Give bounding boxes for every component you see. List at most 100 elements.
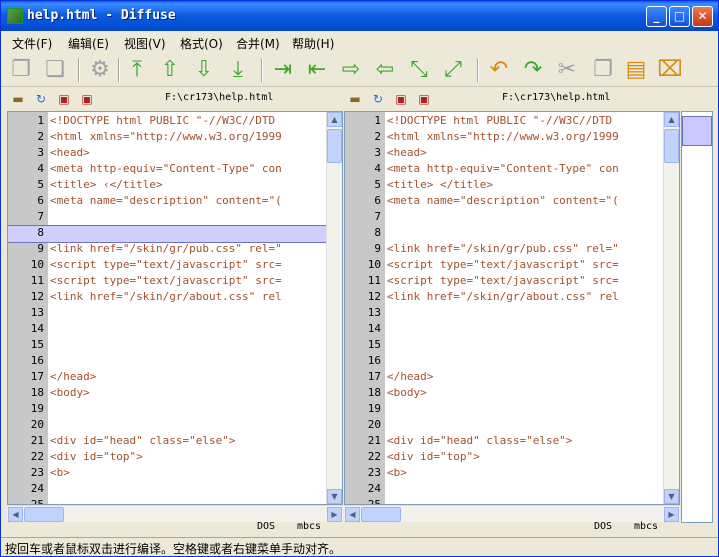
code-line[interactable]: 1 <!DOCTYPE html PUBLIC "-//W3C//DTD xyxy=(345,114,679,130)
code-line[interactable]: 5 <title> </title> xyxy=(345,178,679,194)
code-line[interactable]: 8 xyxy=(345,226,679,242)
scroll-down-icon[interactable]: ▼ xyxy=(664,489,679,504)
code-line[interactable]: 24 xyxy=(8,482,342,498)
code-line[interactable]: 14 xyxy=(345,322,679,338)
difference-marker[interactable] xyxy=(682,116,712,146)
code-line[interactable]: 13 xyxy=(8,306,342,322)
scroll-up-icon[interactable]: ▲ xyxy=(664,112,679,127)
code-line[interactable]: 14 xyxy=(8,322,342,338)
menu-file[interactable]: 文件(F) xyxy=(12,35,52,52)
scroll-left-icon[interactable]: ◀ xyxy=(8,507,23,522)
code-line[interactable]: 12 <link href="/skin/gr/about.css" rel xyxy=(8,290,342,306)
code-line[interactable]: 23 <b> xyxy=(345,466,679,482)
code-line[interactable]: 11 <script type="text/javascript" src= xyxy=(345,274,679,290)
code-line[interactable]: 10 <script type="text/javascript" src= xyxy=(345,258,679,274)
code-line[interactable]: 7 xyxy=(8,210,342,226)
cut-icon[interactable]: ✂ xyxy=(553,56,581,84)
code-line[interactable]: 25 xyxy=(345,498,679,504)
scroll-thumb[interactable] xyxy=(24,507,64,522)
maximize-button[interactable]: □ xyxy=(669,6,690,27)
scroll-thumb[interactable] xyxy=(327,129,342,163)
menu-merge[interactable]: 合并(M) xyxy=(236,35,280,52)
code-line[interactable]: 21 <div id="head" class="else"> xyxy=(8,434,342,450)
code-line[interactable]: 18 <body> xyxy=(345,386,679,402)
scroll-left-icon[interactable]: ◀ xyxy=(345,507,360,522)
right-editor[interactable]: 1 <!DOCTYPE html PUBLIC "-//W3C//DTD 2 <htm… xyxy=(344,111,680,505)
vertical-scrollbar[interactable]: ▲ ▼ xyxy=(663,112,679,504)
vertical-scrollbar[interactable]: ▲ ▼ xyxy=(326,112,342,504)
merge-both-left-icon[interactable]: ⤢ xyxy=(439,56,467,84)
code-line[interactable]: 2 <html xmlns="http://www.w3.org/1999 xyxy=(345,130,679,146)
gear-icon[interactable]: ⚙ xyxy=(86,56,114,84)
redo-icon[interactable]: ↷ xyxy=(519,56,547,84)
code-line[interactable]: 6 <meta name="description" content="( xyxy=(8,194,342,210)
last-difference-icon[interactable]: ⤓ xyxy=(224,56,252,84)
copy-icon[interactable]: ❐ xyxy=(7,56,35,84)
code-line[interactable]: 25 xyxy=(8,498,342,504)
scroll-thumb[interactable] xyxy=(361,507,401,522)
code-line[interactable]: 3 <head> xyxy=(345,146,679,162)
code-line[interactable]: 24 xyxy=(345,482,679,498)
code-line[interactable]: 17 </head> xyxy=(8,370,342,386)
reload-icon[interactable]: ↻ xyxy=(34,92,48,106)
menu-format[interactable]: 格式(O) xyxy=(180,35,223,52)
save-as-icon[interactable]: ▣ xyxy=(80,92,94,106)
undo-icon[interactable]: ↶ xyxy=(485,56,513,84)
code-line[interactable]: 15 xyxy=(345,338,679,354)
scroll-thumb[interactable] xyxy=(664,129,679,163)
scroll-right-icon[interactable]: ▶ xyxy=(664,507,679,522)
save-as-icon[interactable]: ▣ xyxy=(417,92,431,106)
code-line[interactable]: 4 <meta http-equiv="Content-Type" con xyxy=(8,162,342,178)
scroll-down-icon[interactable]: ▼ xyxy=(327,489,342,504)
code-line[interactable]: 10 <script type="text/javascript" src= xyxy=(8,258,342,274)
code-line[interactable]: 20 xyxy=(345,418,679,434)
code-line[interactable]: 7 xyxy=(345,210,679,226)
reload-icon[interactable]: ↻ xyxy=(371,92,385,106)
code-line[interactable]: 18 <body> xyxy=(8,386,342,402)
paste2-icon[interactable]: ▤ xyxy=(622,56,650,84)
code-line[interactable]: 22 <div id="top"> xyxy=(345,450,679,466)
code-line[interactable]: 4 <meta http-equiv="Content-Type" con xyxy=(345,162,679,178)
copy-left-icon[interactable]: ⇦ xyxy=(371,56,399,84)
paste-icon[interactable]: ❏ xyxy=(41,56,69,84)
code-line[interactable]: 23 <b> xyxy=(8,466,342,482)
code-line[interactable]: 6 <meta name="description" content="( xyxy=(345,194,679,210)
scroll-up-icon[interactable]: ▲ xyxy=(327,112,342,127)
code-line[interactable]: 11 <script type="text/javascript" src= xyxy=(8,274,342,290)
minimize-button[interactable]: _ xyxy=(646,6,667,27)
title-bar[interactable]: help.html - Diffuse _ □ ✕ xyxy=(1,1,718,31)
menu-edit[interactable]: 编辑(E) xyxy=(68,35,109,52)
difference-overview-map[interactable] xyxy=(681,111,713,523)
code-line[interactable]: 1 <!DOCTYPE html PUBLIC "-//W3C//DTD xyxy=(8,114,342,130)
code-line[interactable]: 19 xyxy=(8,402,342,418)
code-line[interactable]: 21 <div id="head" class="else"> xyxy=(345,434,679,450)
menu-view[interactable]: 视图(V) xyxy=(124,35,166,52)
right-horizontal-scrollbar[interactable]: ◀ ▶ xyxy=(344,505,680,522)
code-line[interactable]: 16 xyxy=(8,354,342,370)
copy-right-icon[interactable]: ⇨ xyxy=(337,56,365,84)
code-line[interactable]: 16 xyxy=(345,354,679,370)
code-line[interactable]: 13 xyxy=(345,306,679,322)
open-file-icon[interactable]: ▬ xyxy=(348,92,362,106)
scroll-right-icon[interactable]: ▶ xyxy=(327,507,342,522)
first-difference-icon[interactable]: ⤒ xyxy=(123,56,151,84)
copy2-icon[interactable]: ❐ xyxy=(589,56,617,84)
save-icon[interactable]: ▣ xyxy=(394,92,408,106)
code-line[interactable]: 15 xyxy=(8,338,342,354)
merge-right-icon[interactable]: ⇥ xyxy=(269,56,297,84)
code-line[interactable]: 12 <link href="/skin/gr/about.css" rel xyxy=(345,290,679,306)
code-line[interactable]: 22 <div id="top"> xyxy=(8,450,342,466)
code-line[interactable]: 9 <link href="/skin/gr/pub.css" rel=" xyxy=(8,242,342,258)
code-line[interactable]: 17 </head> xyxy=(345,370,679,386)
clear-edits-icon[interactable]: ⌧ xyxy=(656,56,684,84)
left-editor[interactable]: 1 <!DOCTYPE html PUBLIC "-//W3C//DTD 2 <htm… xyxy=(7,111,343,505)
code-line[interactable]: 3 <head> xyxy=(8,146,342,162)
left-horizontal-scrollbar[interactable]: ◀ ▶ xyxy=(7,505,343,522)
merge-both-right-icon[interactable]: ⤡ xyxy=(405,56,433,84)
code-line[interactable]: 8 xyxy=(8,225,342,243)
code-line[interactable]: 9 <link href="/skin/gr/pub.css" rel=" xyxy=(345,242,679,258)
code-line[interactable]: 19 xyxy=(345,402,679,418)
menu-help[interactable]: 帮助(H) xyxy=(292,35,334,52)
previous-difference-icon[interactable]: ⇧ xyxy=(156,56,184,84)
close-button[interactable]: ✕ xyxy=(692,6,713,27)
